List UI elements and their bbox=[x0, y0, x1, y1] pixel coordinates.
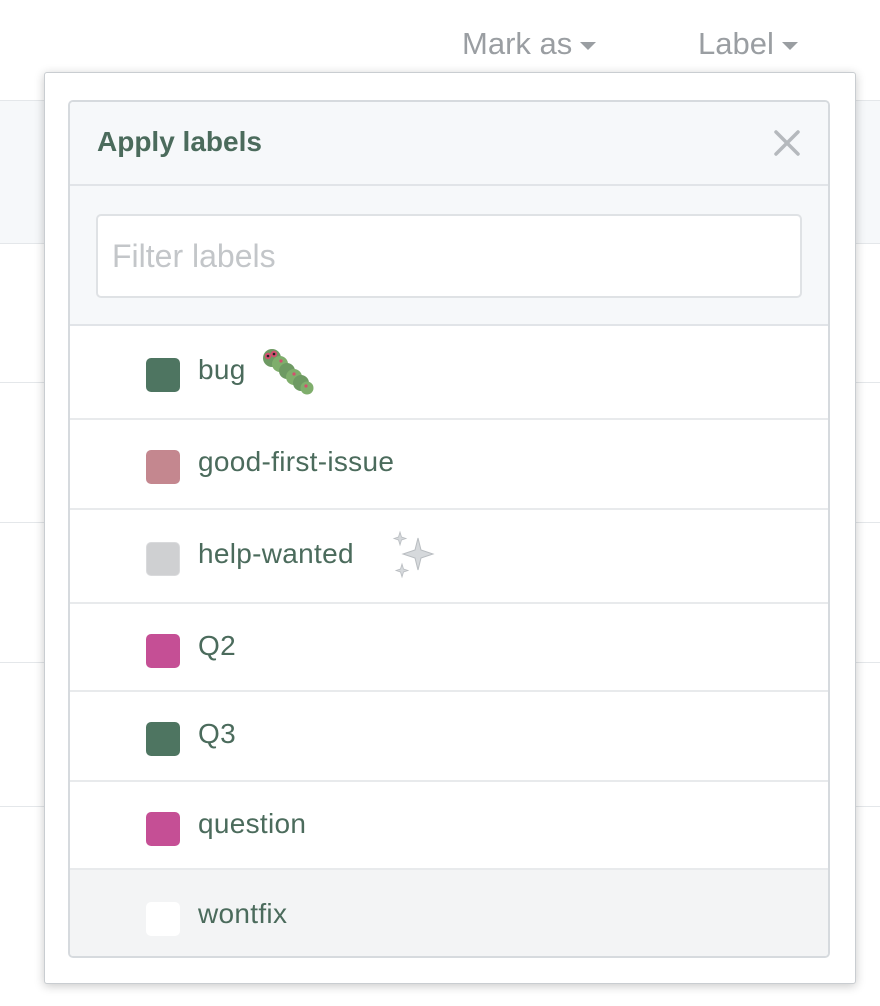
label-list: bug good-first-issue help-wanted Q2 Q3 q… bbox=[70, 326, 828, 956]
mark-as-dropdown[interactable]: Mark as bbox=[462, 24, 597, 64]
close-button[interactable] bbox=[770, 126, 804, 160]
label-name: help-wanted bbox=[198, 538, 354, 569]
label-color-swatch bbox=[146, 902, 180, 936]
label-name: bug bbox=[198, 354, 246, 385]
caterpillar-icon bbox=[263, 349, 314, 395]
apply-labels-menu: Apply labels bug bbox=[68, 100, 830, 958]
caret-down-icon bbox=[580, 42, 597, 50]
label-color-swatch bbox=[146, 634, 180, 668]
menu-header: Apply labels bbox=[70, 102, 828, 186]
label-item-good-first-issue[interactable]: good-first-issue bbox=[70, 420, 828, 510]
label-name: wontfix bbox=[198, 898, 288, 929]
label-item-q3[interactable]: Q3 bbox=[70, 692, 828, 782]
label-color-swatch bbox=[146, 812, 180, 846]
label-color-swatch bbox=[146, 542, 180, 576]
label-item-question[interactable]: question bbox=[70, 782, 828, 870]
close-icon bbox=[774, 130, 800, 156]
label-color-swatch bbox=[146, 358, 180, 392]
filter-labels-input[interactable] bbox=[96, 214, 802, 298]
filter-area bbox=[70, 186, 828, 326]
caret-down-icon bbox=[781, 42, 798, 50]
label-dropdown[interactable]: Label bbox=[698, 24, 798, 64]
label-dropdown-label: Label bbox=[698, 26, 774, 61]
label-item-wontfix[interactable]: wontfix bbox=[70, 870, 828, 956]
label-color-swatch bbox=[146, 450, 180, 484]
label-name: good-first-issue bbox=[198, 446, 395, 477]
label-name: Q2 bbox=[198, 630, 236, 661]
label-name: question bbox=[198, 808, 307, 839]
mark-as-label: Mark as bbox=[462, 26, 573, 61]
label-item-help-wanted[interactable]: help-wanted bbox=[70, 510, 828, 604]
label-color-swatch bbox=[146, 722, 180, 756]
label-item-bug[interactable]: bug bbox=[70, 326, 828, 420]
label-name: Q3 bbox=[198, 718, 236, 749]
menu-title: Apply labels bbox=[97, 126, 262, 157]
sparkles-icon bbox=[392, 530, 435, 579]
label-item-q2[interactable]: Q2 bbox=[70, 604, 828, 692]
